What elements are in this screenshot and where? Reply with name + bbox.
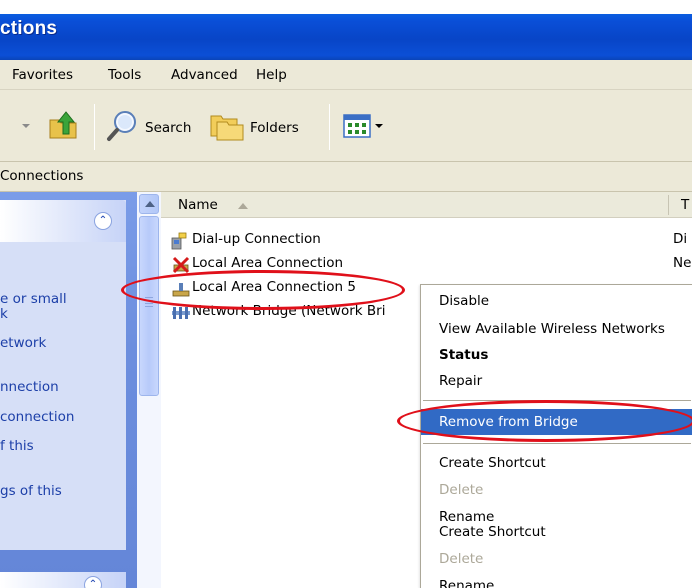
window-title: ctions bbox=[0, 18, 58, 39]
menu-item-view-wireless[interactable]: View Available Wireless Networks bbox=[421, 317, 692, 341]
task-link[interactable]: f this bbox=[0, 438, 34, 454]
menu-item-status[interactable]: Status bbox=[421, 343, 692, 367]
views-dropdown-arrow-icon[interactable] bbox=[375, 124, 383, 128]
menu-item-label: View Available Wireless Networks bbox=[439, 321, 665, 337]
menu-item-label: Delete bbox=[439, 482, 484, 498]
menu-item-disable[interactable]: Disable bbox=[421, 289, 692, 313]
forward-dropdown-arrow-icon[interactable] bbox=[22, 124, 30, 128]
collapse-chevron-icon[interactable]: ⌃ bbox=[94, 212, 112, 230]
vertical-scrollbar[interactable] bbox=[137, 192, 161, 588]
search-button-label[interactable]: Search bbox=[145, 120, 191, 136]
address-bar: Connections bbox=[0, 162, 692, 192]
task-link[interactable]: etwork bbox=[0, 335, 46, 351]
network-tasks-header[interactable]: ⌃ bbox=[0, 200, 126, 242]
column-header-name[interactable]: Name bbox=[178, 197, 218, 213]
column-header: Name T bbox=[161, 192, 692, 218]
menu-item-label: Rename bbox=[439, 578, 495, 588]
other-places-header[interactable]: ⌃ bbox=[0, 572, 126, 588]
list-item-type: Ne bbox=[673, 255, 692, 271]
grip-line bbox=[145, 306, 153, 307]
menu-favorites[interactable]: Favorites bbox=[12, 67, 73, 83]
address-text[interactable]: Connections bbox=[0, 168, 83, 184]
menu-item-label: Delete bbox=[439, 551, 484, 567]
column-divider[interactable] bbox=[668, 195, 669, 215]
annotation-ellipse bbox=[121, 270, 405, 310]
scroll-up-button[interactable] bbox=[139, 194, 159, 214]
sort-arrow-icon bbox=[238, 203, 248, 209]
task-link[interactable]: nnection bbox=[0, 379, 59, 395]
up-folder-icon[interactable] bbox=[46, 108, 80, 142]
top-margin bbox=[0, 0, 692, 14]
annotation-ellipse bbox=[397, 400, 692, 442]
menu-item-create-shortcut[interactable]: Create Shortcut bbox=[421, 451, 692, 475]
network-tasks-box: ⌃ e or small k etwork nnection connectio… bbox=[0, 200, 126, 550]
menu-item-label: Create Shortcut bbox=[439, 455, 546, 471]
task-link[interactable]: k bbox=[0, 306, 8, 322]
toolbar-separator bbox=[329, 104, 330, 150]
menu-item-label: Repair bbox=[439, 373, 483, 389]
column-header-type[interactable]: T bbox=[681, 197, 689, 213]
menu-item-label: Disable bbox=[439, 293, 490, 309]
menu-separator bbox=[423, 443, 691, 444]
folders-button-label[interactable]: Folders bbox=[250, 120, 299, 136]
menu-item-label: Status bbox=[439, 347, 489, 363]
list-item-type: Di bbox=[673, 231, 688, 247]
menu-tools[interactable]: Tools bbox=[108, 67, 141, 83]
task-link[interactable]: gs of this bbox=[0, 483, 62, 499]
menu-item-repair[interactable]: Repair bbox=[421, 369, 692, 393]
menu-item-label: Create Shortcut bbox=[439, 524, 546, 540]
menu-item-create-shortcut[interactable]: Create Shortcut bbox=[421, 520, 692, 544]
lan-disabled-icon bbox=[171, 256, 191, 274]
collapse-chevron-icon[interactable]: ⌃ bbox=[84, 576, 102, 588]
menu-item-rename[interactable]: Rename bbox=[421, 574, 692, 588]
task-link[interactable]: e or small bbox=[0, 291, 67, 307]
list-item-label: Local Area Connection bbox=[192, 255, 344, 271]
menu-item-delete: Delete bbox=[421, 478, 692, 502]
dialup-icon bbox=[171, 232, 191, 250]
toolbar-separator bbox=[94, 104, 95, 150]
views-icon[interactable] bbox=[342, 112, 372, 140]
list-item-label: Dial-up Connection bbox=[192, 231, 321, 247]
menu-item-delete: Delete bbox=[421, 547, 692, 571]
list-item[interactable]: Dial-up Connection Di bbox=[161, 230, 692, 252]
title-bar[interactable]: ctions bbox=[0, 14, 692, 60]
task-link[interactable]: connection bbox=[0, 409, 74, 425]
folders-icon[interactable] bbox=[209, 110, 247, 142]
menu-advanced[interactable]: Advanced bbox=[171, 67, 238, 83]
grip-line bbox=[145, 303, 153, 304]
menu-bar: Favorites Tools Advanced Help bbox=[0, 60, 692, 90]
task-pane: ⌃ e or small k etwork nnection connectio… bbox=[0, 192, 148, 588]
toolbar: Search Folders bbox=[0, 90, 692, 162]
search-icon[interactable] bbox=[106, 110, 140, 142]
scroll-thumb[interactable] bbox=[139, 216, 159, 396]
menu-help[interactable]: Help bbox=[256, 67, 287, 83]
